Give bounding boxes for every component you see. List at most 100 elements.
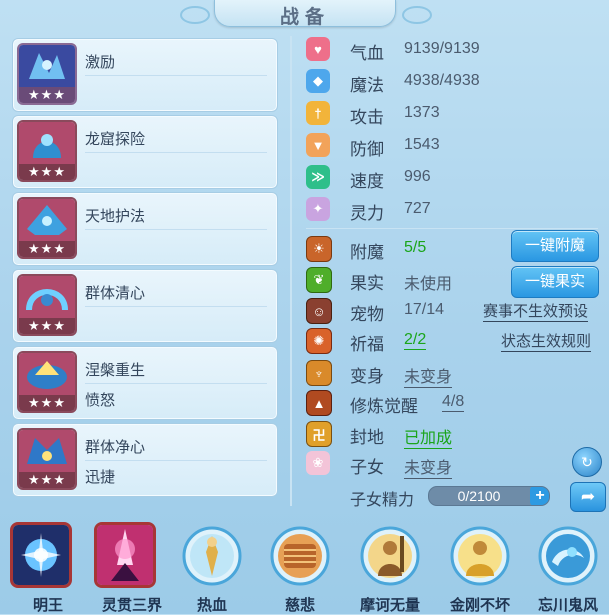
shield-icon: ▼ xyxy=(306,133,330,157)
stat-label: 果实 xyxy=(350,274,384,293)
stat-value: 996 xyxy=(404,168,431,185)
tray-label: 忘川鬼风 xyxy=(537,597,598,614)
fief-icon: 卍 xyxy=(306,421,332,447)
share-icon[interactable]: ➦ xyxy=(570,482,606,512)
tray-item[interactable]: 摩诃无量 xyxy=(354,514,426,614)
stat-speed: ≫ 速度 996 xyxy=(306,164,606,192)
divider xyxy=(306,228,598,229)
title-plate: 战备 xyxy=(214,0,396,28)
stat-label: 灵力 xyxy=(350,204,384,223)
stat-value[interactable]: 2/2 xyxy=(404,331,427,350)
title-bar: 战备 xyxy=(0,0,609,30)
tray-item[interactable]: 热血 xyxy=(176,514,248,614)
stat-spirit: ✦ 灵力 727 xyxy=(306,196,606,224)
one-key-fruit-button[interactable]: 一键果实 xyxy=(511,266,599,298)
stat-defense: ▼ 防御 1543 xyxy=(306,132,606,160)
skill-card[interactable]: ★★★ 激励 xyxy=(12,38,278,112)
refresh-icon[interactable]: ↻ xyxy=(572,447,602,477)
status-rules-link[interactable]: 状态生效规则 xyxy=(501,330,592,352)
tray-item[interactable]: 慈悲 xyxy=(264,514,336,614)
stat-mp: ◆ 魔法 4938/4938 xyxy=(306,68,606,96)
blessing-icon: ✺ xyxy=(306,328,332,354)
one-key-enchant-button[interactable]: 一键附魔 xyxy=(511,230,599,262)
stat-value: 727 xyxy=(404,200,431,217)
spirit-icon: ✦ xyxy=(306,197,330,221)
tray-item[interactable]: 忘川鬼风 xyxy=(532,514,604,614)
stat-label: 子女 xyxy=(350,458,384,477)
stat-value: 5/5 xyxy=(404,239,427,256)
divider xyxy=(85,306,267,307)
stat-value: 未使用 xyxy=(404,276,453,293)
transform-icon: ♆ xyxy=(306,360,332,386)
sword-icon: † xyxy=(306,101,330,125)
skill-stars: ★★★ xyxy=(19,472,75,488)
stat-value[interactable]: 4/8 xyxy=(442,393,465,412)
tray-label: 金刚不坏 xyxy=(449,597,510,614)
skill-tray: 明王 灵贯三界 热血 慈悲 摩诃无量 金刚不坏 忘川鬼风 xyxy=(0,514,609,614)
stat-label: 防御 xyxy=(350,140,384,159)
stat-label: 魔法 xyxy=(350,76,384,95)
skill-icon: ★★★ xyxy=(17,43,77,105)
divider xyxy=(85,460,267,461)
stat-value[interactable]: 已加成 xyxy=(404,424,453,449)
tray-label: 摩诃无量 xyxy=(359,597,420,614)
divider xyxy=(85,229,267,230)
skill-card[interactable]: ★★★ 龙窟探险 xyxy=(12,115,278,189)
skill-card[interactable]: ★★★ 群体清心 xyxy=(12,269,278,343)
event-preset-link[interactable]: 赛事不生效预设 xyxy=(483,300,589,322)
mana-icon: ◆ xyxy=(306,69,330,93)
child-energy-label: 子女精力 xyxy=(350,492,415,509)
skill-name: 涅槃重生 xyxy=(85,362,146,379)
skill-icon: ★★★ xyxy=(17,428,77,490)
add-energy-button[interactable]: + xyxy=(530,487,549,505)
skill-sub: 愤怒 xyxy=(85,392,116,409)
skill-stars: ★★★ xyxy=(19,241,75,257)
ci-bei-icon xyxy=(270,526,330,586)
divider xyxy=(290,36,292,506)
cultivation-icon: ▲ xyxy=(306,390,332,416)
tray-item[interactable]: 明王 xyxy=(0,514,72,614)
skill-icon: ★★★ xyxy=(17,274,77,336)
tray-item[interactable]: 金刚不坏 xyxy=(444,514,516,614)
speed-icon: ≫ xyxy=(306,165,330,189)
row-cultivation: ▲ 修炼觉醒 4/8 xyxy=(306,389,606,417)
ming-wang-icon xyxy=(10,522,72,588)
skill-card[interactable]: ★★★ 群体净心 迅捷 xyxy=(12,423,278,497)
stat-label: 祈福 xyxy=(350,335,384,354)
divider xyxy=(85,75,267,76)
row-child: ❀ 子女 未变身 xyxy=(306,450,606,479)
skill-icon: ★★★ xyxy=(17,197,77,259)
skill-name: 群体净心 xyxy=(85,439,146,456)
stat-hp: ♥ 气血 9139/9139 xyxy=(306,36,606,64)
cloud-ornament-right-icon xyxy=(402,6,432,24)
wang-chuan-icon xyxy=(538,526,598,586)
skill-icon: ★★★ xyxy=(17,120,77,182)
page-title: 战备 xyxy=(279,7,330,28)
fruit-icon: ❦ xyxy=(306,267,332,293)
skill-name: 天地护法 xyxy=(85,208,146,225)
stat-label: 宠物 xyxy=(350,305,384,324)
stat-value: 1543 xyxy=(404,136,440,153)
skill-card[interactable]: ★★★ 涅槃重生 愤怒 xyxy=(12,346,278,420)
row-fief: 卍 封地 已加成 xyxy=(306,420,606,449)
stat-label: 气血 xyxy=(350,44,384,63)
tray-item[interactable]: 灵贯三界 xyxy=(84,514,162,614)
skill-sub: 迅捷 xyxy=(85,469,116,486)
stat-attack: † 攻击 1373 xyxy=(306,100,606,128)
stat-value[interactable]: 未变身 xyxy=(404,363,453,388)
ling-guan-icon xyxy=(94,522,156,588)
skill-stars: ★★★ xyxy=(19,395,75,411)
stat-label: 攻击 xyxy=(350,108,384,127)
divider xyxy=(85,383,267,384)
stat-value[interactable]: 未变身 xyxy=(404,454,453,479)
stat-value: 17/14 xyxy=(404,301,445,318)
skill-card[interactable]: ★★★ 天地护法 xyxy=(12,192,278,266)
stat-label: 变身 xyxy=(350,367,384,386)
skill-stars: ★★★ xyxy=(19,318,75,334)
re-xue-icon xyxy=(182,526,242,586)
tray-label: 热血 xyxy=(196,597,227,614)
stat-value: 1373 xyxy=(404,104,440,121)
stat-label: 附魔 xyxy=(350,243,384,262)
stat-label: 封地 xyxy=(350,428,384,447)
jin-gang-icon xyxy=(450,526,510,586)
